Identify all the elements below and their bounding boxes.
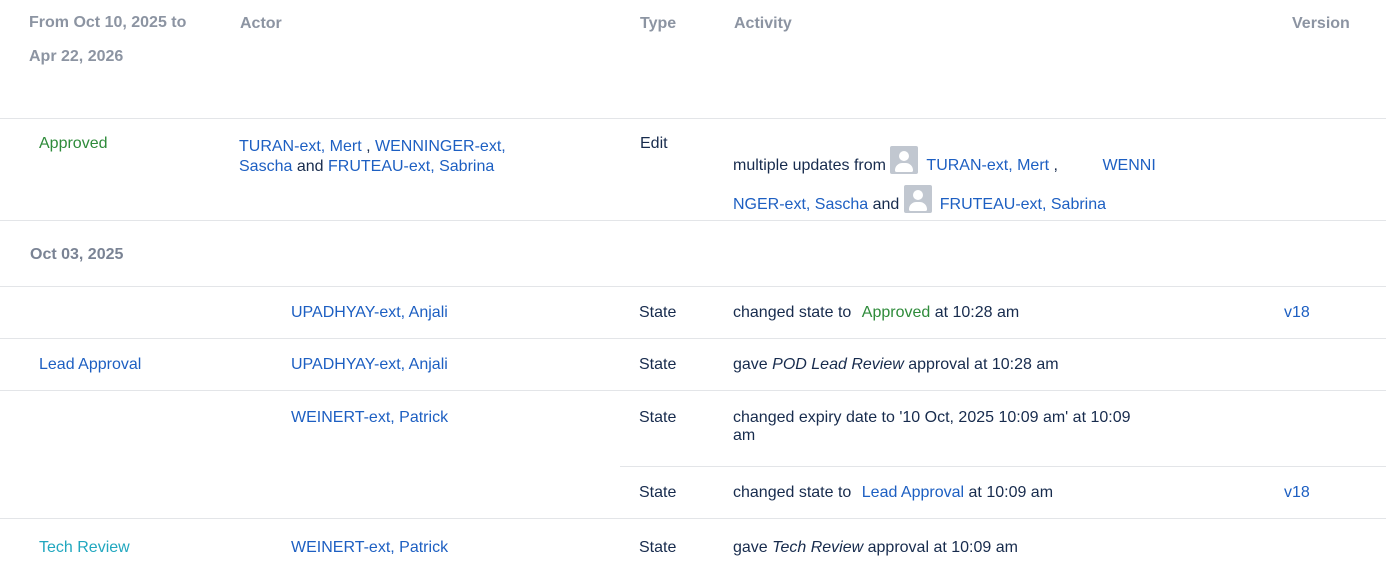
state-link-lead-approval[interactable]: Lead Approval bbox=[39, 356, 141, 374]
activity-actor-turan[interactable]: TURAN-ext, Mert bbox=[926, 157, 1049, 174]
header-divider bbox=[0, 118, 1386, 119]
row-divider bbox=[0, 390, 1386, 391]
actor-cell: TURAN-ext, Mert , WENNINGER-ext, Sascha … bbox=[239, 137, 506, 177]
activity-cell: changed state to Lead Approval at 10:09 … bbox=[733, 484, 1053, 502]
row-divider bbox=[0, 518, 1386, 519]
row-divider bbox=[0, 220, 1386, 221]
activity-line-1: changed expiry date to '10 Oct, 2025 10:… bbox=[733, 409, 1131, 426]
header-version: Version bbox=[1292, 15, 1350, 32]
header-activity: Activity bbox=[734, 15, 792, 32]
state-badge-approved: Approved bbox=[39, 135, 108, 152]
activity-and: and bbox=[872, 196, 900, 213]
actor-link-turan[interactable]: TURAN-ext, Mert bbox=[239, 138, 362, 155]
activity-suffix: approval at 10:28 am bbox=[908, 356, 1059, 373]
activity-prefix: gave bbox=[733, 356, 768, 373]
version-link[interactable]: v18 bbox=[1284, 484, 1310, 502]
activity-suffix: at 10:28 am bbox=[934, 304, 1020, 321]
type-cell: State bbox=[639, 539, 677, 556]
activity-review-name: Tech Review bbox=[772, 539, 864, 556]
activity-prefix: changed state to bbox=[733, 304, 852, 321]
user-avatar-icon bbox=[903, 185, 932, 213]
sub-row-divider bbox=[620, 466, 1386, 467]
activity-suffix: approval at 10:09 am bbox=[867, 539, 1018, 556]
type-cell: State bbox=[639, 484, 677, 501]
activity-state-approved[interactable]: Approved bbox=[862, 304, 931, 321]
row-divider bbox=[0, 338, 1386, 339]
activity-actor-wenninger-b[interactable]: NGER-ext, Sascha bbox=[733, 196, 868, 213]
activity-prefix: multiple updates from bbox=[733, 157, 886, 174]
activity-separator: , bbox=[1053, 157, 1058, 174]
activity-state-lead-approval[interactable]: Lead Approval bbox=[862, 484, 964, 501]
header-actor: Actor bbox=[240, 15, 282, 32]
date-group-label: Oct 03, 2025 bbox=[30, 246, 124, 263]
actor-link-upadhyay[interactable]: UPADHYAY-ext, Anjali bbox=[291, 304, 448, 322]
actor-link-wenninger-b[interactable]: Sascha bbox=[239, 158, 292, 175]
row-divider bbox=[0, 286, 1386, 287]
activity-cell: gave POD Lead Review approval at 10:28 a… bbox=[733, 356, 1059, 374]
activity-actor-fruteau[interactable]: FRUTEAU-ext, Sabrina bbox=[940, 196, 1106, 213]
actor-link-wenninger-a[interactable]: WENNINGER-ext, bbox=[375, 138, 506, 155]
activity-cell: multiple updates from TURAN-ext, Mert , … bbox=[733, 146, 1156, 224]
activity-prefix: changed state to bbox=[733, 484, 852, 501]
header-type: Type bbox=[640, 15, 677, 32]
actor-link-upadhyay[interactable]: UPADHYAY-ext, Anjali bbox=[291, 356, 448, 374]
actor-link-fruteau[interactable]: FRUTEAU-ext, Sabrina bbox=[328, 158, 494, 175]
activity-cell: changed expiry date to '10 Oct, 2025 10:… bbox=[733, 409, 1131, 445]
activity-cell: changed state to Approved at 10:28 am bbox=[733, 304, 1019, 322]
version-link[interactable]: v18 bbox=[1284, 304, 1310, 322]
type-cell: Edit bbox=[640, 135, 668, 152]
activity-review-name: POD Lead Review bbox=[772, 356, 904, 373]
type-cell: State bbox=[639, 409, 677, 426]
actor-link-weinert[interactable]: WEINERT-ext, Patrick bbox=[291, 539, 448, 557]
actor-and: and bbox=[296, 158, 324, 175]
actor-separator: , bbox=[366, 138, 371, 155]
state-link-tech-review[interactable]: Tech Review bbox=[39, 539, 130, 557]
activity-prefix: gave bbox=[733, 539, 768, 556]
activity-cell: gave Tech Review approval at 10:09 am bbox=[733, 539, 1018, 557]
type-cell: State bbox=[639, 304, 677, 321]
activity-line-2: am bbox=[733, 427, 756, 444]
user-avatar-icon bbox=[890, 146, 919, 174]
type-cell: State bbox=[639, 356, 677, 373]
activity-actor-wenninger-a[interactable]: WENNI bbox=[1102, 157, 1155, 174]
actor-link-weinert[interactable]: WEINERT-ext, Patrick bbox=[291, 409, 448, 427]
activity-suffix: at 10:09 am bbox=[968, 484, 1054, 501]
header-date-range: From Oct 10, 2025 to Apr 22, 2026 bbox=[29, 14, 187, 65]
activity-history-table: From Oct 10, 2025 to Apr 22, 2026 Actor … bbox=[0, 0, 1386, 571]
